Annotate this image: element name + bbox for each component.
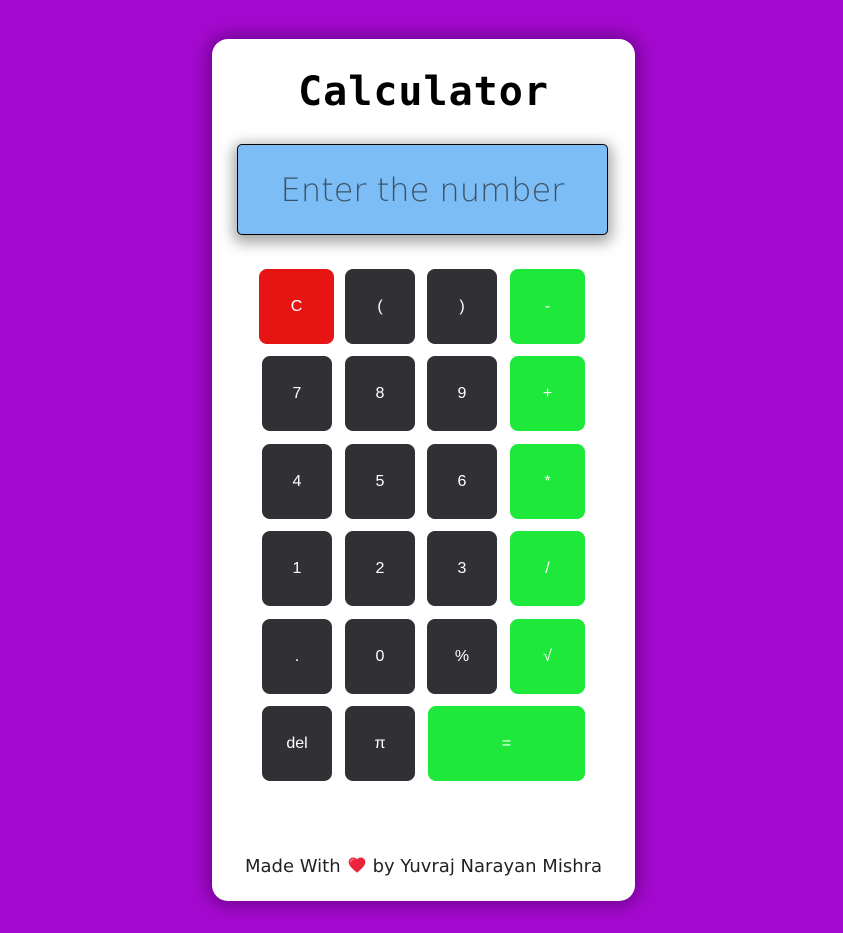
- one-button[interactable]: 1: [262, 531, 332, 606]
- decimal-button[interactable]: .: [262, 619, 332, 694]
- delete-button[interactable]: del: [262, 706, 332, 781]
- seven-button[interactable]: 7: [262, 356, 332, 431]
- page-title: Calculator: [298, 69, 549, 115]
- heart-icon: [347, 855, 367, 875]
- plus-button[interactable]: +: [510, 356, 585, 431]
- footer-made-with: Made With: [244, 856, 341, 877]
- clear-button[interactable]: C: [259, 269, 334, 344]
- six-button[interactable]: 6: [427, 444, 497, 519]
- number-input[interactable]: [237, 144, 608, 235]
- multiply-button[interactable]: *: [510, 444, 585, 519]
- three-button[interactable]: 3: [427, 531, 497, 606]
- five-button[interactable]: 5: [345, 444, 415, 519]
- pi-button[interactable]: π: [345, 706, 415, 781]
- footer-credit: Made With by Yuvraj Narayan Mishra: [212, 855, 635, 877]
- zero-button[interactable]: 0: [345, 619, 415, 694]
- close-paren-button[interactable]: ): [427, 269, 497, 344]
- divide-button[interactable]: /: [510, 531, 585, 606]
- percent-button[interactable]: %: [427, 619, 497, 694]
- open-paren-button[interactable]: (: [345, 269, 415, 344]
- footer-author: by Yuvraj Narayan Mishra: [372, 856, 603, 877]
- four-button[interactable]: 4: [262, 444, 332, 519]
- minus-button[interactable]: -: [510, 269, 585, 344]
- two-button[interactable]: 2: [345, 531, 415, 606]
- eight-button[interactable]: 8: [345, 356, 415, 431]
- equals-button[interactable]: =: [428, 706, 585, 781]
- sqrt-button[interactable]: √: [510, 619, 585, 694]
- calculator-card: Calculator C ( ) - 7 8 9 + 4 5 6 * 1 2 3…: [212, 39, 635, 901]
- nine-button[interactable]: 9: [427, 356, 497, 431]
